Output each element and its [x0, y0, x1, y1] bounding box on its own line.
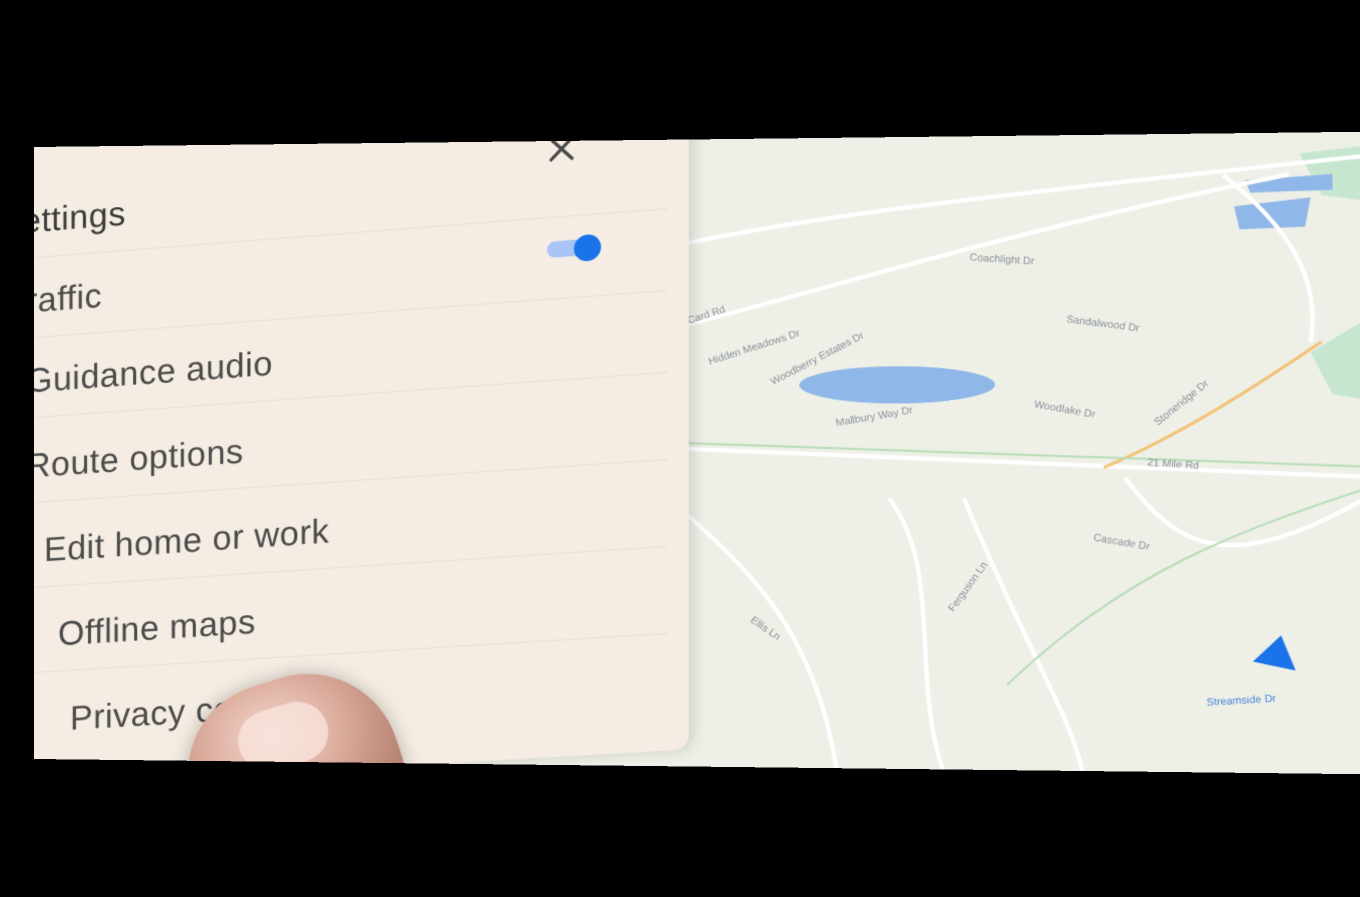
fingernail — [230, 694, 337, 775]
menu-item-edit-home-or-work[interactable]: Edit home or work — [44, 512, 329, 570]
menu-item-route-options[interactable]: Route options — [34, 432, 244, 486]
menu-item-offline-maps[interactable]: Offline maps — [58, 603, 256, 655]
settings-panel: ettings raffic Guidance audio Route opti… — [34, 131, 689, 775]
settings-title: ettings — [34, 194, 126, 241]
device-screen: Card Rd Hidden Meadows Dr Woodberry Esta… — [34, 131, 1360, 775]
close-button[interactable] — [541, 131, 583, 171]
menu-item-guidance-audio[interactable]: Guidance audio — [34, 344, 273, 401]
traffic-toggle[interactable] — [546, 233, 605, 263]
close-icon — [546, 132, 577, 165]
menu-item-traffic[interactable]: raffic — [34, 277, 102, 322]
toggle-knob — [573, 233, 602, 263]
divider — [34, 289, 668, 338]
